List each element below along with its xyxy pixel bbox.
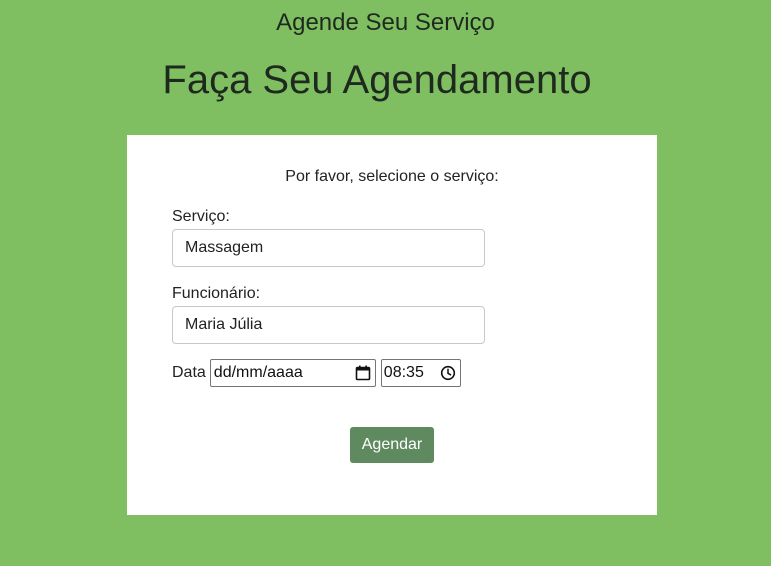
date-label: Data xyxy=(172,364,206,381)
employee-value: Maria Júlia xyxy=(185,316,263,333)
date-row: Data dd/mm/aaaa 08:35 xyxy=(172,359,461,387)
date-input[interactable]: dd/mm/aaaa xyxy=(209,359,376,387)
employee-label: Funcionário: xyxy=(172,285,261,302)
service-label: Serviço: xyxy=(172,208,230,225)
date-placeholder: dd/mm/aaaa xyxy=(213,364,303,381)
service-input[interactable]: Massagem xyxy=(172,229,485,267)
time-value: 08:35 xyxy=(383,364,424,381)
site-title: Agende Seu Serviço xyxy=(276,9,495,36)
calendar-icon[interactable] xyxy=(354,364,372,382)
booking-form-card: Por favor, selecione o serviço: Serviço:… xyxy=(127,135,657,515)
schedule-button[interactable]: Agendar xyxy=(350,427,434,463)
clock-icon[interactable] xyxy=(439,364,457,382)
service-value: Massagem xyxy=(185,239,264,256)
employee-input[interactable]: Maria Júlia xyxy=(172,306,485,344)
time-input[interactable]: 08:35 xyxy=(380,359,461,387)
form-instruction: Por favor, selecione o serviço: xyxy=(285,168,499,185)
page-heading: Faça Seu Agendamento xyxy=(162,58,592,102)
